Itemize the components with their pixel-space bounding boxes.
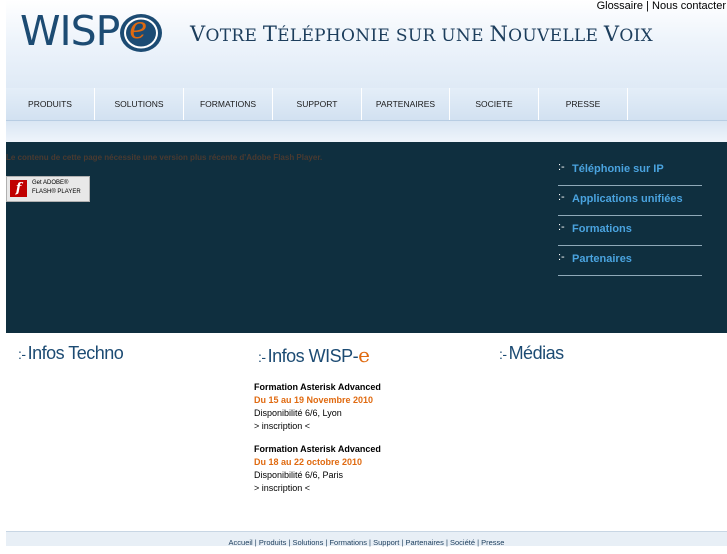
side-menu-label: Formations [572, 223, 632, 235]
glossary-link[interactable]: Glossaire [597, 0, 643, 12]
news-signup-link[interactable]: > inscription < [254, 482, 381, 495]
bullet-icon: :- [258, 349, 266, 365]
logo-letter: e [129, 11, 148, 46]
tagline-part: V [603, 22, 620, 46]
side-menu-label: Téléphonie sur IP [572, 163, 664, 175]
page: WISP e VOTRE TÉLÉPHONIE SUR UNE NOUVELLE… [0, 0, 727, 547]
tagline-part: V [190, 22, 206, 46]
logo[interactable]: WISP e [20, 6, 165, 56]
nav-item-support[interactable]: SUPPORT [273, 88, 361, 120]
nav-item-partenaires[interactable]: PARTENAIRES [362, 88, 449, 120]
section-medias: :- Médias [499, 333, 719, 533]
tagline-part: N [489, 22, 509, 46]
header: WISP e VOTRE TÉLÉPHONIE SUR UNE NOUVELLE… [6, 0, 727, 88]
bullet-icon: :- [18, 346, 26, 362]
side-menu-label: Applications unifiées [572, 193, 683, 205]
news-date: Du 18 au 22 octobre 2010 [254, 457, 363, 467]
news-title[interactable]: Formation Asterisk Advanced [254, 381, 381, 394]
section-title-medias: :- Médias [499, 343, 564, 364]
bullet-icon: :- [558, 251, 565, 263]
main-nav: PRODUITS SOLUTIONS FORMATIONS SUPPORT PA… [6, 88, 727, 121]
nav-item-solutions[interactable]: SOLUTIONS [95, 88, 183, 120]
side-menu-label: Partenaires [572, 253, 632, 265]
section-infos-wisp: :- Infos WISP-e [258, 333, 488, 533]
footer-link-formations[interactable]: Formations [329, 538, 367, 547]
title-e: e [358, 343, 370, 367]
bullet-icon: :- [499, 346, 507, 362]
tagline-part: OTRE [205, 26, 263, 46]
section-infos-techno: :- Infos Techno [18, 333, 248, 533]
bullet-icon: :- [558, 161, 565, 173]
section-title-techno: :- Infos Techno [18, 343, 124, 364]
footer-link-accueil[interactable]: Accueil [229, 538, 253, 547]
tagline-part: T [262, 22, 278, 46]
nav-item-societe[interactable]: SOCIETE [450, 88, 538, 120]
side-menu-item-applications[interactable]: :- Applications unifiées [558, 186, 702, 216]
side-menu-item-formations[interactable]: :- Formations [558, 216, 702, 246]
side-menu-item-partenaires[interactable]: :- Partenaires [558, 246, 702, 276]
flash-button-line1: Get ADOBE® [32, 180, 69, 186]
title-text: Infos Techno [27, 343, 124, 363]
tagline-part: OIX [619, 26, 654, 46]
tagline: VOTRE TÉLÉPHONIE SUR UNE NOUVELLE VOIX [190, 22, 653, 46]
news-item: Formation Asterisk Advanced Du 18 au 22 … [254, 443, 381, 495]
nav-divider [627, 88, 628, 120]
footer-link-solutions[interactable]: Solutions [292, 538, 323, 547]
tagline-part: OUVELLE [508, 26, 604, 46]
footer-link-produits[interactable]: Produits [259, 538, 287, 547]
news-signup-link[interactable]: > inscription < [254, 420, 381, 433]
banner-side-menu: :- Téléphonie sur IP :- Applications uni… [558, 156, 702, 276]
tagline-part: ÉLÉPHONIE SUR UNE [277, 26, 490, 46]
flash-logo-icon: f [10, 180, 27, 197]
logo-text: WISP [20, 7, 120, 55]
contact-link[interactable]: Nous contacter [652, 0, 726, 12]
bullet-icon: :- [558, 191, 565, 203]
footer-link-societe[interactable]: Société [450, 538, 475, 547]
top-links: Glossaire | Nous contacter [597, 0, 726, 12]
side-menu-item-telephonie[interactable]: :- Téléphonie sur IP [558, 156, 702, 186]
news-info: Disponibilité 6/6, Paris [254, 470, 344, 480]
nav-item-formations[interactable]: FORMATIONS [184, 88, 272, 120]
flash-button-line2: FLASH® PLAYER [32, 189, 81, 195]
footer-link-support[interactable]: Support [373, 538, 399, 547]
title-text: Infos WISP- [267, 346, 359, 366]
news-item: Formation Asterisk Advanced Du 15 au 19 … [254, 381, 381, 433]
news-date: Du 15 au 19 Novembre 2010 [254, 395, 374, 405]
footer-links: Accueil | Produits | Solutions | Formati… [6, 531, 727, 547]
get-flash-player-button[interactable]: f Get ADOBE® FLASH® PLAYER [6, 176, 90, 202]
nav-shadow-band [6, 121, 727, 142]
flash-required-message: Le contenu de cette page nécessite une v… [6, 153, 323, 162]
bullet-icon: :- [558, 221, 565, 233]
news-title[interactable]: Formation Asterisk Advanced [254, 443, 381, 456]
title-text: Médias [508, 343, 565, 363]
footer-link-partenaires[interactable]: Partenaires [406, 538, 444, 547]
news-info: Disponibilité 6/6, Lyon [254, 408, 342, 418]
flash-banner: Le contenu de cette page nécessite une v… [6, 142, 727, 333]
logo-e-icon: e [117, 7, 165, 55]
section-title-wisp: :- Infos WISP-e [258, 343, 370, 367]
nav-item-produits[interactable]: PRODUITS [6, 88, 94, 120]
top-links-separator: | [643, 0, 653, 12]
footer-link-presse[interactable]: Presse [481, 538, 504, 547]
nav-item-presse[interactable]: PRESSE [539, 88, 627, 120]
